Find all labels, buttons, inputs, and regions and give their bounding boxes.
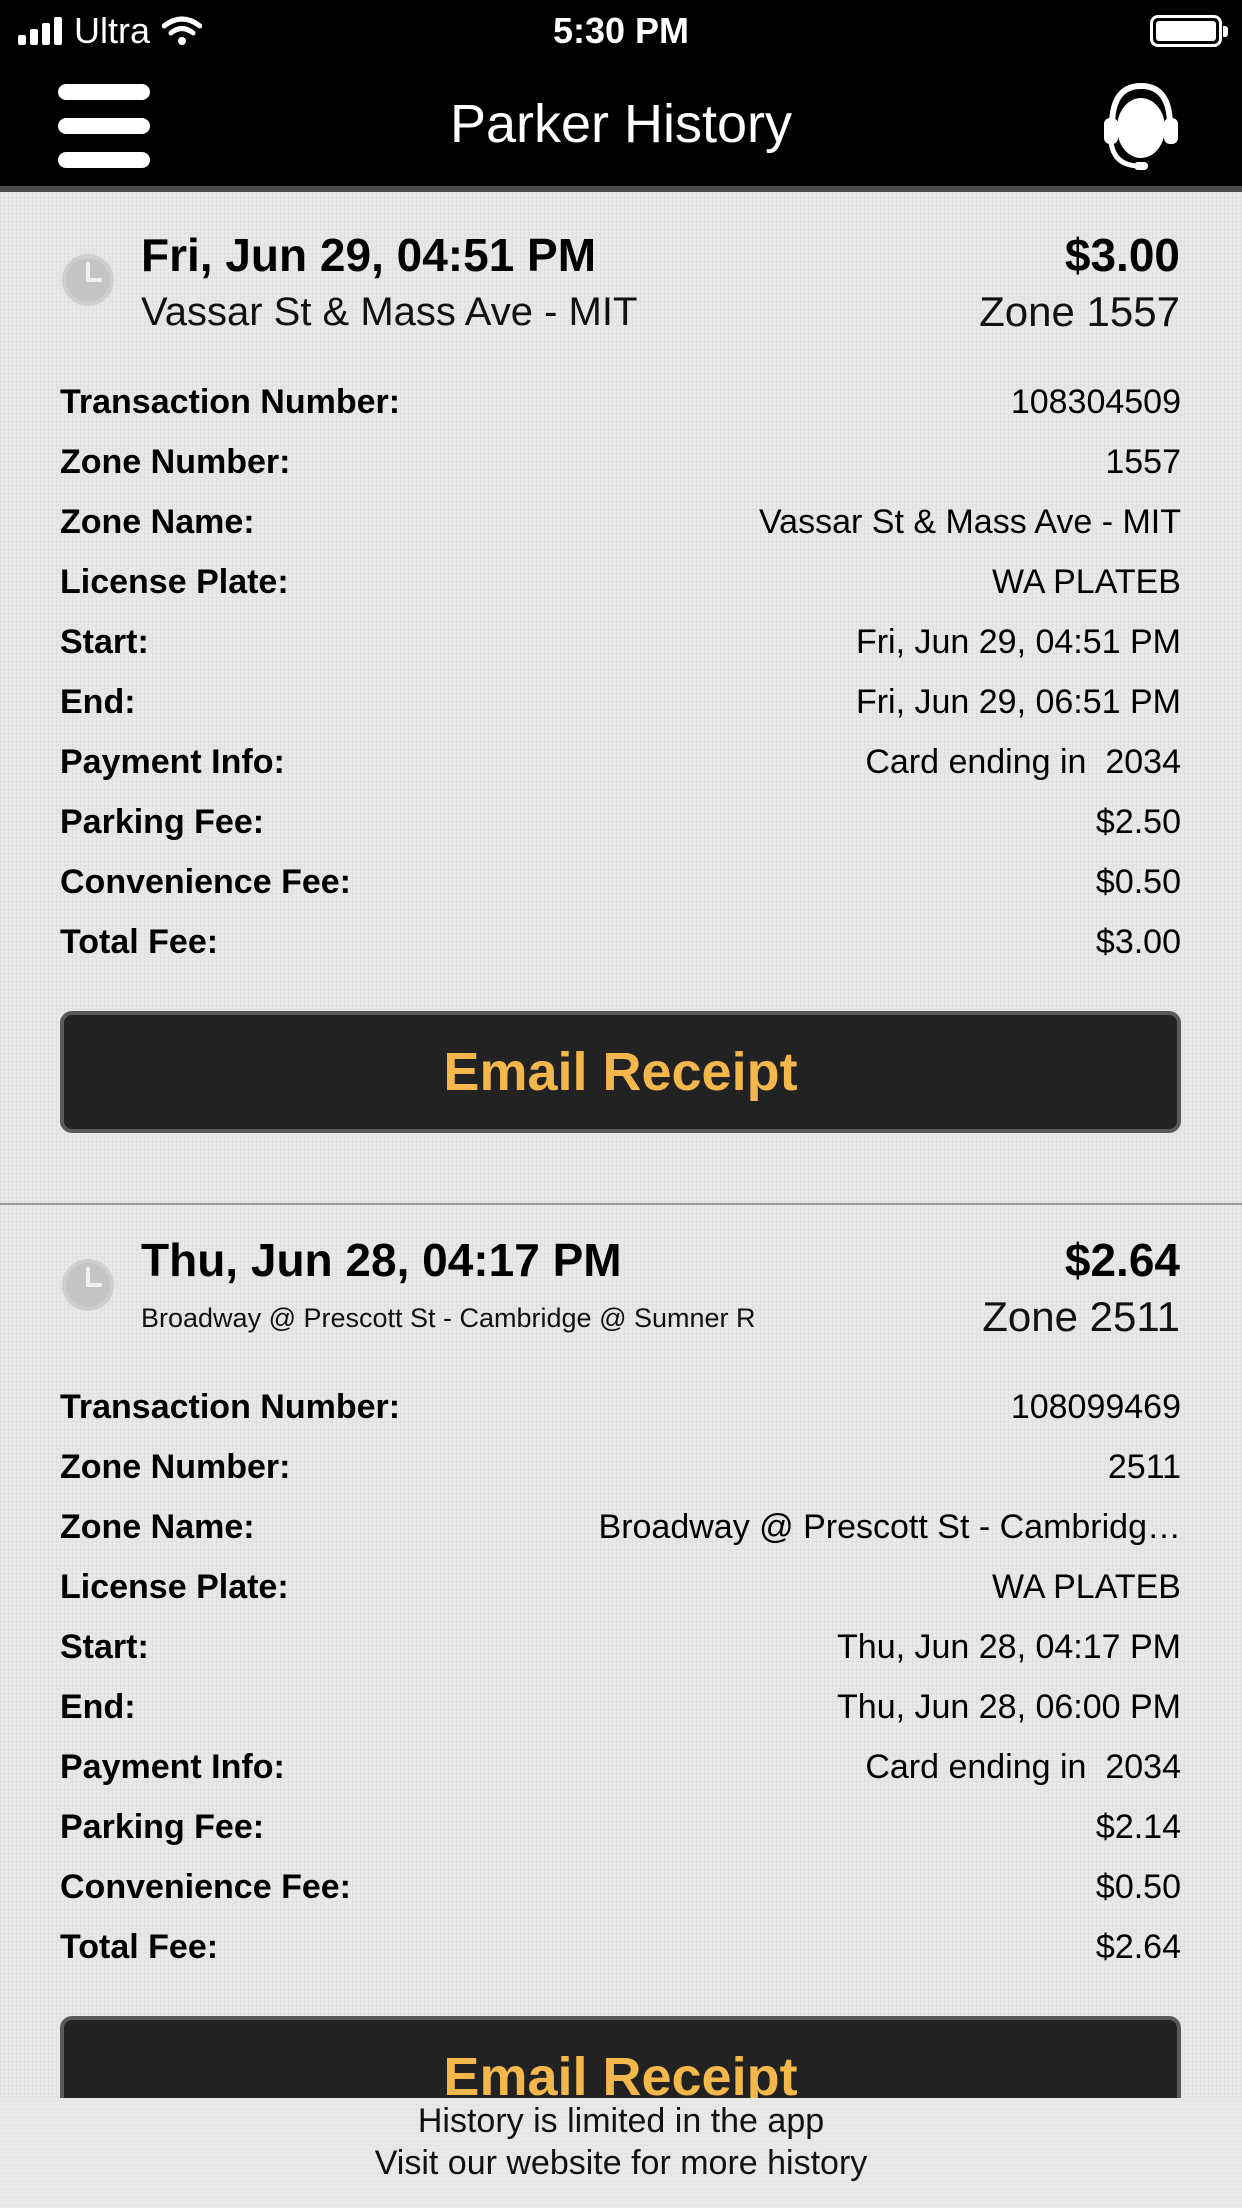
detail-row-parking-fee: Parking Fee: $2.14 bbox=[60, 1797, 1181, 1857]
detail-value: Fri, Jun 29, 04:51 PM bbox=[855, 622, 1181, 661]
status-bar: Ultra 5:30 PM bbox=[0, 0, 1242, 62]
detail-row-payment-info: Payment Info: Card ending in 2034 bbox=[60, 732, 1181, 792]
detail-value: $2.14 bbox=[1095, 1807, 1181, 1846]
transaction-header[interactable]: Thu, Jun 28, 04:17 PM Broadway @ Prescot… bbox=[0, 1205, 1242, 1340]
detail-value: Vassar St & Mass Ave - MIT bbox=[759, 502, 1181, 541]
detail-row-convenience-fee: Convenience Fee: $0.50 bbox=[60, 852, 1181, 912]
transaction-zone: Zone 2511 bbox=[982, 1293, 1180, 1340]
detail-label: Zone Name: bbox=[60, 502, 255, 541]
detail-value: $0.50 bbox=[1095, 1867, 1181, 1906]
detail-row-transaction-number: Transaction Number: 108304509 bbox=[60, 372, 1181, 432]
page-title: Parker History bbox=[449, 94, 793, 154]
detail-label: Total Fee: bbox=[60, 922, 219, 961]
detail-label: Convenience Fee: bbox=[60, 862, 351, 901]
detail-value: WA PLATEB bbox=[992, 1567, 1181, 1606]
transaction-details: Transaction Number: 108099469 Zone Number… bbox=[60, 1377, 1181, 1977]
detail-label: Payment Info: bbox=[60, 742, 285, 781]
detail-label: Transaction Number: bbox=[60, 1387, 401, 1426]
detail-row-zone-name: Zone Name: Broadway @ Prescott St - Cambr… bbox=[60, 1497, 1181, 1557]
detail-value: Fri, Jun 29, 06:51 PM bbox=[855, 682, 1181, 721]
detail-label: Parking Fee: bbox=[60, 1807, 265, 1846]
email-receipt-button[interactable]: Email Receipt bbox=[60, 1011, 1181, 1133]
detail-value: $3.00 bbox=[1095, 922, 1181, 961]
detail-value: Card ending in 2034 bbox=[865, 1747, 1181, 1786]
detail-value: $2.64 bbox=[1095, 1927, 1181, 1966]
detail-label: Zone Number: bbox=[60, 442, 291, 481]
footer-line-1: History is limited in the app bbox=[417, 2102, 825, 2140]
detail-row-zone-number: Zone Number: 1557 bbox=[60, 432, 1181, 492]
detail-value: Card ending in 2034 bbox=[865, 742, 1181, 781]
detail-label: Zone Number: bbox=[60, 1447, 291, 1486]
detail-value: 108304509 bbox=[1010, 382, 1181, 421]
detail-value: Thu, Jun 28, 04:17 PM bbox=[837, 1627, 1181, 1666]
transaction-amount: $3.00 bbox=[1064, 229, 1180, 281]
transaction-location: Broadway @ Prescott St - Cambridge @ Sum… bbox=[141, 1303, 756, 1333]
detail-value: WA PLATEB bbox=[992, 562, 1181, 601]
history-limit-notice: History is limited in the app Visit our … bbox=[0, 2098, 1242, 2208]
detail-label: End: bbox=[60, 1687, 136, 1726]
footer-line-2: Visit our website for more history bbox=[374, 2144, 868, 2182]
detail-row-end: End: Thu, Jun 28, 06:00 PM bbox=[60, 1677, 1181, 1737]
detail-label: Start: bbox=[60, 1627, 149, 1666]
detail-row-end: End: Fri, Jun 29, 06:51 PM bbox=[60, 672, 1181, 732]
clock-icon bbox=[62, 1259, 114, 1311]
transaction-zone: Zone 1557 bbox=[979, 288, 1180, 335]
transaction-date: Fri, Jun 29, 04:51 PM bbox=[141, 229, 597, 281]
detail-row-zone-name: Zone Name: Vassar St & Mass Ave - MIT bbox=[60, 492, 1181, 552]
detail-row-payment-info: Payment Info: Card ending in 2034 bbox=[60, 1737, 1181, 1797]
detail-value: $0.50 bbox=[1095, 862, 1181, 901]
detail-row-convenience-fee: Convenience Fee: $0.50 bbox=[60, 1857, 1181, 1917]
detail-value: $2.50 bbox=[1095, 802, 1181, 841]
detail-label: Start: bbox=[60, 622, 149, 661]
detail-label: License Plate: bbox=[60, 1567, 289, 1606]
detail-value: Thu, Jun 28, 06:00 PM bbox=[837, 1687, 1181, 1726]
detail-label: Payment Info: bbox=[60, 1747, 285, 1786]
transaction-location: Vassar St & Mass Ave - MIT bbox=[141, 290, 638, 334]
transaction-date: Thu, Jun 28, 04:17 PM bbox=[141, 1234, 622, 1286]
detail-label: Transaction Number: bbox=[60, 382, 401, 421]
detail-row-total-fee: Total Fee: $3.00 bbox=[60, 912, 1181, 972]
detail-value: 108099469 bbox=[1010, 1387, 1181, 1426]
headset-support-icon[interactable] bbox=[1104, 80, 1178, 172]
detail-row-zone-number: Zone Number: 2511 bbox=[60, 1437, 1181, 1497]
detail-label: License Plate: bbox=[60, 562, 289, 601]
transaction-header[interactable]: Fri, Jun 29, 04:51 PM Vassar St & Mass A… bbox=[0, 200, 1242, 335]
detail-row-license-plate: License Plate: WA PLATEB bbox=[60, 552, 1181, 612]
detail-value: Broadway @ Prescott St - Cambridg… bbox=[598, 1507, 1181, 1546]
detail-label: Convenience Fee: bbox=[60, 1867, 351, 1906]
detail-row-start: Start: Fri, Jun 29, 04:51 PM bbox=[60, 612, 1181, 672]
transaction-amount: $2.64 bbox=[1064, 1234, 1180, 1286]
transaction-details: Transaction Number: 108304509 Zone Number… bbox=[60, 372, 1181, 972]
detail-value: 1557 bbox=[1105, 442, 1181, 481]
detail-label: Parking Fee: bbox=[60, 802, 265, 841]
detail-row-start: Start: Thu, Jun 28, 04:17 PM bbox=[60, 1617, 1181, 1677]
battery-icon bbox=[1150, 15, 1228, 47]
status-time: 5:30 PM bbox=[552, 10, 690, 51]
detail-row-transaction-number: Transaction Number: 108099469 bbox=[60, 1377, 1181, 1437]
detail-row-total-fee: Total Fee: $2.64 bbox=[60, 1917, 1181, 1977]
clock-icon bbox=[62, 254, 114, 306]
detail-label: Total Fee: bbox=[60, 1927, 219, 1966]
detail-label: Zone Name: bbox=[60, 1507, 255, 1546]
nav-bar: Parker History bbox=[0, 62, 1242, 192]
detail-row-license-plate: License Plate: WA PLATEB bbox=[60, 1557, 1181, 1617]
detail-row-parking-fee: Parking Fee: $2.50 bbox=[60, 792, 1181, 852]
detail-label: End: bbox=[60, 682, 136, 721]
detail-value: 2511 bbox=[1107, 1447, 1181, 1486]
